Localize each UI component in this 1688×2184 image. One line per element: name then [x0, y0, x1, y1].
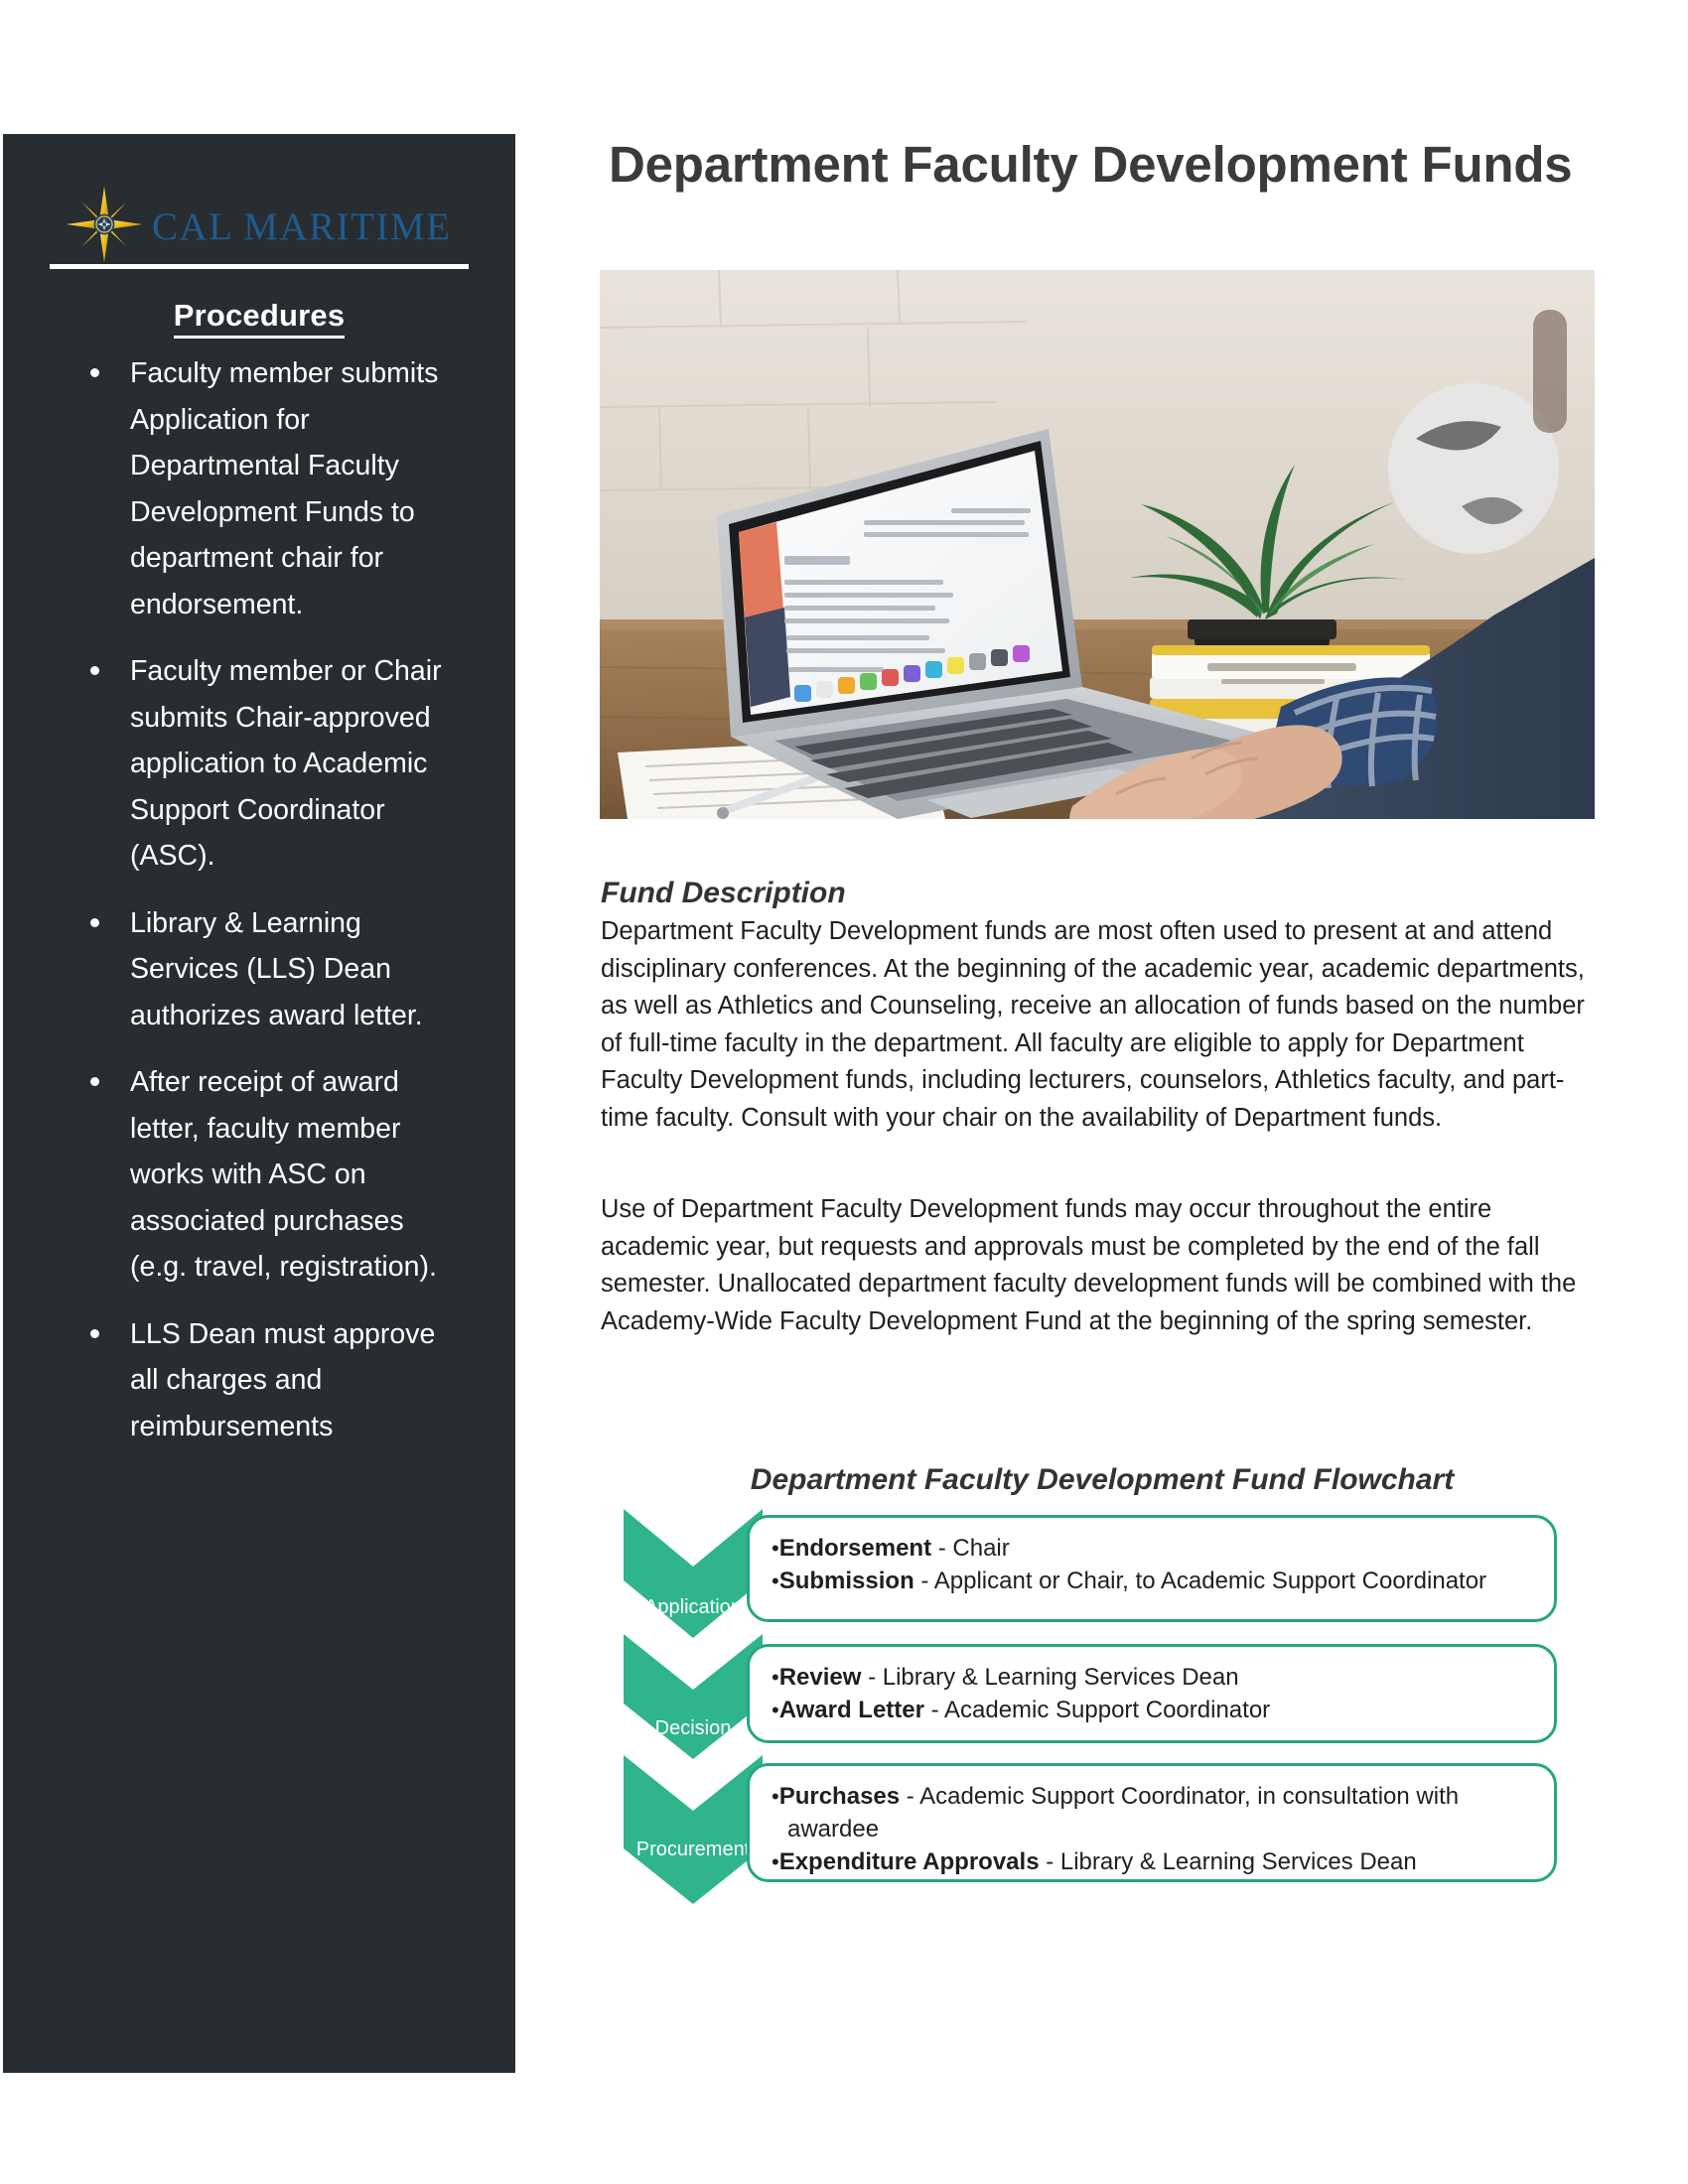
flowchart-item: •Purchases - Academic Support Coordinato…: [772, 1780, 1532, 1845]
list-item: Faculty member or Chair submits Chair-ap…: [80, 648, 458, 880]
flowchart-stage-chevron-application: Application: [624, 1509, 763, 1638]
photo-illustration: [600, 270, 1595, 819]
compass-star-icon: [66, 186, 143, 263]
flowchart-item: •Submission - Applicant or Chair, to Aca…: [772, 1565, 1532, 1597]
sidebar-divider: [50, 264, 469, 269]
flowchart-item-separator: -: [914, 1568, 934, 1594]
flowchart-item-list: •Purchases - Academic Support Coordinato…: [772, 1780, 1532, 1878]
flowchart-stage-box: •Endorsement - Chair •Submission - Appli…: [747, 1515, 1557, 1622]
list-item-text: LLS Dean must approve all charges and re…: [130, 1317, 436, 1442]
flowchart-item-term: Review: [778, 1664, 862, 1691]
flowchart-item-detail: Academic Support Coordinator: [943, 1697, 1271, 1723]
list-item: After receipt of award letter, faculty m…: [80, 1059, 458, 1291]
list-item-text: Faculty member submits Application for D…: [130, 357, 439, 620]
flowchart: Application Decision Procurement •Endors…: [596, 1503, 1609, 1999]
flowchart-item-term: Award Letter: [778, 1697, 924, 1723]
procedures-heading: Procedures: [3, 298, 515, 339]
page-title: Department Faculty Development Funds: [609, 136, 1573, 193]
bullet-icon: •: [772, 1784, 779, 1809]
fund-description-heading: Fund Description: [601, 877, 846, 909]
chevron-down-icon: [624, 1509, 763, 1638]
flowchart-item-detail: Chair: [952, 1535, 1010, 1562]
person-typing-on-laptop-photo: [600, 270, 1595, 819]
bullet-icon: •: [772, 1698, 779, 1722]
fund-description-paragraph: Department Faculty Development funds are…: [601, 917, 1585, 1132]
flowchart-item-separator: -: [931, 1535, 953, 1562]
bullet-icon: [90, 1077, 99, 1086]
flowchart-item: •Review - Library & Learning Services De…: [772, 1661, 1532, 1694]
bullet-icon: •: [772, 1849, 779, 1874]
flowchart-item-separator: -: [923, 1697, 944, 1723]
flowchart-stage-chevron-decision: Decision: [624, 1634, 763, 1759]
flowchart-item-separator: -: [900, 1783, 920, 1810]
procedures-heading-text: Procedures: [173, 298, 346, 339]
brand-wordmark: CAL MARITIME: [152, 205, 452, 248]
bullet-icon: [90, 917, 99, 927]
flowchart-item-list: •Endorsement - Chair •Submission - Appli…: [772, 1532, 1532, 1597]
flowchart-item-detail: Applicant or Chair, to Academic Support …: [933, 1568, 1487, 1594]
flowchart-stage-chevron-procurement: Procurement: [624, 1755, 763, 1904]
bullet-icon: •: [772, 1569, 779, 1593]
bullet-icon: [90, 1328, 99, 1338]
flowchart-item: •Endorsement - Chair: [772, 1532, 1532, 1565]
flowchart-item-detail: Library & Learning Services Dean: [882, 1664, 1239, 1691]
flowchart-item: •Expenditure Approvals - Library & Learn…: [772, 1845, 1532, 1878]
flowchart-stage-box: •Purchases - Academic Support Coordinato…: [747, 1763, 1557, 1882]
flowchart-item-list: •Review - Library & Learning Services De…: [772, 1661, 1532, 1726]
flowchart-item-separator: -: [1039, 1848, 1060, 1875]
sidebar: CAL MARITIME Procedures Faculty member s…: [3, 134, 515, 2073]
bullet-icon: [90, 666, 99, 675]
flowchart-item-term: Submission: [778, 1568, 914, 1594]
flowchart-item-separator: -: [861, 1664, 883, 1691]
flowchart-item-term: Endorsement: [778, 1535, 932, 1562]
main-content: Department Faculty Development Funds Fun…: [596, 0, 1609, 2184]
chevron-down-icon: [624, 1634, 763, 1759]
flowchart-title: Department Faculty Development Fund Flow…: [750, 1463, 1455, 1496]
list-item-text: Faculty member or Chair submits Chair-ap…: [130, 655, 442, 872]
fund-description-paragraph: Use of Department Faculty Development fu…: [601, 1195, 1577, 1335]
flowchart-stage-box: •Review - Library & Learning Services De…: [747, 1644, 1557, 1743]
list-item: LLS Dean must approve all charges and re…: [80, 1311, 458, 1450]
bullet-icon: [90, 368, 99, 377]
flowchart-item-term: Purchases: [778, 1783, 901, 1810]
list-item-text: After receipt of award letter, faculty m…: [130, 1066, 437, 1283]
list-item: Faculty member submits Application for D…: [80, 350, 458, 627]
bullet-icon: •: [772, 1665, 779, 1690]
procedures-list: Faculty member submits Application for D…: [80, 350, 458, 1470]
chevron-down-icon: [624, 1755, 763, 1904]
flowchart-item-detail: Library & Learning Services Dean: [1059, 1848, 1417, 1875]
list-item: Library & Learning Services (LLS) Dean a…: [80, 900, 458, 1039]
list-item-text: Library & Learning Services (LLS) Dean a…: [130, 906, 423, 1031]
flowchart-item-term: Expenditure Approvals: [778, 1848, 1040, 1875]
flowchart-item: •Award Letter - Academic Support Coordin…: [772, 1694, 1532, 1726]
bullet-icon: •: [772, 1536, 779, 1561]
